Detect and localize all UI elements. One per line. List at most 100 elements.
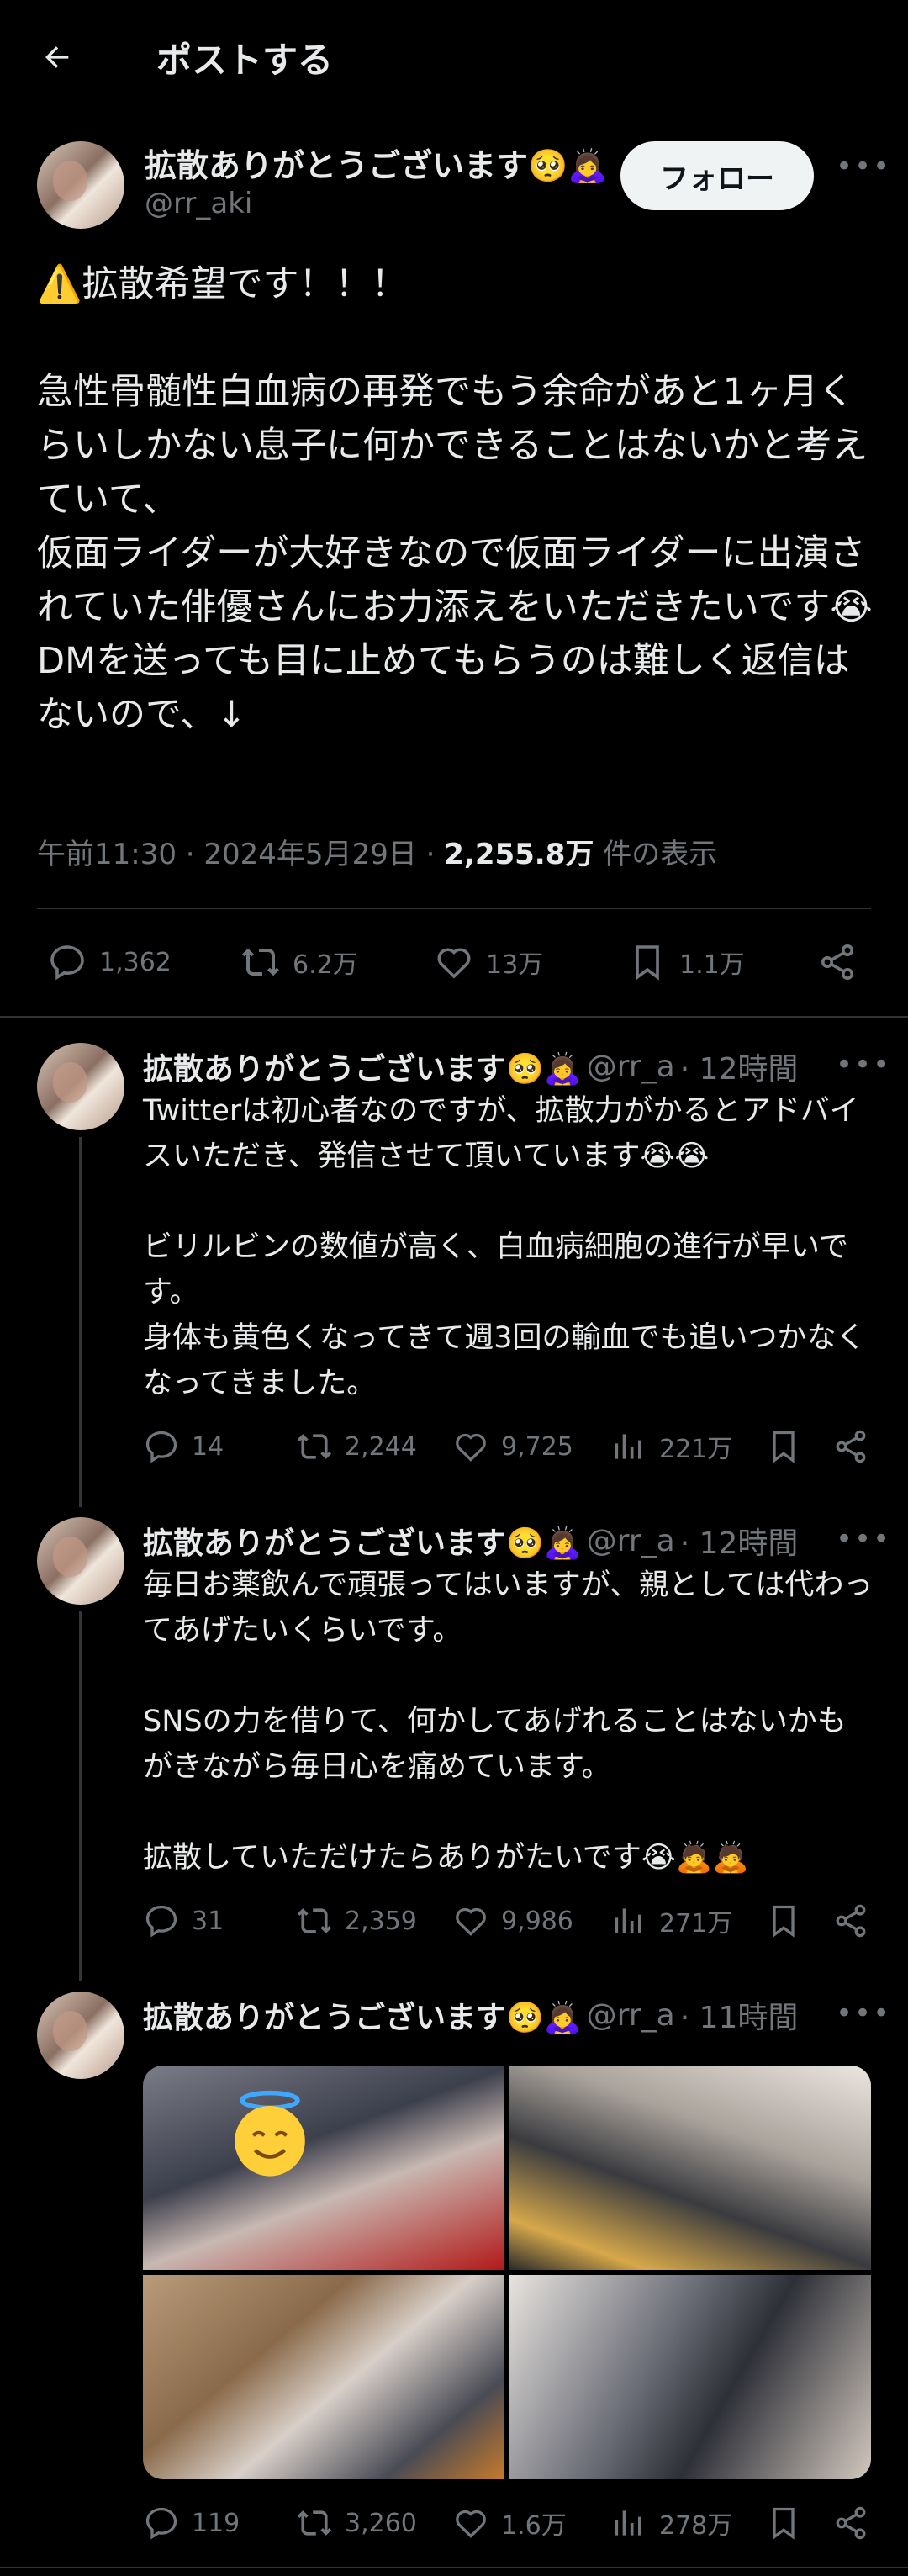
back-arrow-icon[interactable] bbox=[32, 34, 82, 81]
reply-button[interactable]: 31 bbox=[143, 1902, 224, 1939]
thread-line bbox=[79, 1611, 82, 1981]
bookmark-icon bbox=[773, 1431, 794, 1463]
share-button[interactable] bbox=[832, 1428, 881, 1465]
bookmark-icon bbox=[773, 1905, 794, 1938]
like-count: 1.6万 bbox=[501, 2511, 567, 2541]
views-button[interactable]: 278万 bbox=[610, 2505, 732, 2542]
post-meta: 午前11:30 · 2024年5月29日 · 2,255.8万 件の表示 bbox=[37, 831, 717, 872]
reply-author-handle[interactable]: @rr_a bbox=[587, 1998, 675, 2033]
reply-icon bbox=[145, 2507, 177, 2540]
views-button[interactable]: 271万 bbox=[610, 1902, 732, 1939]
more-icon[interactable]: ••• bbox=[836, 150, 891, 183]
avatar[interactable] bbox=[37, 1517, 124, 1605]
reply-text: Twitterは初心者なのですが、拡散力がかるとアドバイスいただき、発信させて頂… bbox=[143, 1094, 866, 1400]
like-button[interactable]: 9,986 bbox=[452, 1902, 573, 1939]
bookmark-icon bbox=[636, 945, 659, 981]
repost-button[interactable]: 2,244 bbox=[296, 1428, 417, 1465]
reply-author-name[interactable]: 拡散ありがとうございます🥺🙇‍♀️ bbox=[143, 1045, 582, 1088]
reply-time: · 12時間 bbox=[679, 1526, 799, 1561]
photo[interactable] bbox=[509, 2275, 871, 2479]
views-count: 278万 bbox=[659, 2511, 733, 2541]
views-count: 271万 bbox=[659, 1909, 733, 1939]
reply-header: 拡散ありがとうございます🥺🙇‍♀️ @rr_a · 12時間 bbox=[143, 1045, 798, 1088]
like-count: 13万 bbox=[486, 950, 544, 980]
more-icon[interactable]: ••• bbox=[836, 1048, 891, 1082]
photo[interactable] bbox=[143, 2275, 504, 2479]
repost-button[interactable]: 6.2万 bbox=[240, 942, 358, 982]
follow-button[interactable]: フォロー bbox=[620, 141, 814, 210]
view-count: 2,255.8万 bbox=[444, 838, 594, 871]
repost-count: 2,244 bbox=[345, 1431, 417, 1462]
repost-count: 2,359 bbox=[345, 1906, 417, 1936]
reply-count: 31 bbox=[192, 1906, 224, 1936]
share-button[interactable] bbox=[817, 942, 869, 982]
repost-icon bbox=[297, 2510, 332, 2536]
bookmark-count: 1.1万 bbox=[679, 950, 745, 980]
share-icon bbox=[836, 1430, 866, 1463]
reply-author-handle[interactable]: @rr_a bbox=[587, 1050, 675, 1084]
reply-header: 拡散ありがとうございます🥺🙇‍♀️ @rr_a · 11時間 bbox=[143, 1993, 798, 2037]
reply-button[interactable]: 119 bbox=[143, 2505, 240, 2542]
share-icon bbox=[821, 944, 853, 980]
reply-icon bbox=[145, 1905, 177, 1938]
like-button[interactable]: 1.6万 bbox=[452, 2505, 567, 2542]
reply-time: · 11時間 bbox=[679, 2001, 799, 2035]
avatar[interactable] bbox=[37, 1992, 124, 2079]
share-icon bbox=[836, 1904, 866, 1938]
reply-author-name[interactable]: 拡散ありがとうございます🥺🙇‍♀️ bbox=[143, 1519, 582, 1563]
divider bbox=[0, 1016, 908, 1018]
repost-icon bbox=[297, 1908, 332, 1933]
thread-line bbox=[79, 1137, 82, 1507]
bookmark-icon bbox=[773, 2507, 794, 2540]
bookmark-button[interactable]: 1.1万 bbox=[627, 942, 745, 982]
views-count: 221万 bbox=[659, 1435, 733, 1464]
bookmark-button[interactable] bbox=[765, 1902, 814, 1939]
like-button[interactable]: 9,725 bbox=[452, 1428, 573, 1465]
views-icon bbox=[615, 2510, 641, 2536]
reply-time: · 12時間 bbox=[679, 1052, 799, 1087]
more-icon[interactable]: ••• bbox=[836, 1997, 891, 2030]
repost-icon bbox=[297, 1434, 332, 1459]
views-icon bbox=[615, 1908, 641, 1933]
share-button[interactable] bbox=[832, 2505, 881, 2542]
like-icon bbox=[437, 948, 471, 979]
share-icon bbox=[836, 2506, 866, 2540]
photo-grid bbox=[143, 2066, 871, 2479]
avatar[interactable] bbox=[37, 141, 124, 229]
photo[interactable] bbox=[509, 2066, 871, 2270]
halo-emoji-sticker bbox=[235, 2090, 305, 2177]
views-icon bbox=[615, 1434, 641, 1459]
reply-author-name[interactable]: 拡散ありがとうございます🥺🙇‍♀️ bbox=[143, 1993, 582, 2037]
post-time: 午前11:30 · 2024年5月29日 · bbox=[37, 838, 445, 871]
reply-text: 毎日お薬飲んで頑張ってはいますが、親としては代わってあげたいくらいです。 SNS… bbox=[143, 1568, 874, 1875]
bookmark-button[interactable] bbox=[765, 2505, 814, 2542]
like-icon bbox=[456, 1907, 486, 1936]
photo[interactable] bbox=[143, 2066, 504, 2270]
repost-button[interactable]: 2,359 bbox=[296, 1902, 417, 1939]
like-count: 9,986 bbox=[501, 1906, 573, 1936]
reply-count: 14 bbox=[192, 1431, 224, 1462]
views-button[interactable]: 221万 bbox=[610, 1428, 732, 1465]
author-display-name[interactable]: 拡散ありがとうございます🥺🙇‍♀️ bbox=[145, 140, 608, 186]
divider bbox=[37, 908, 871, 909]
repost-count: 6.2万 bbox=[293, 950, 358, 980]
author-handle[interactable]: @rr_aki bbox=[145, 187, 252, 220]
reply-header: 拡散ありがとうございます🥺🙇‍♀️ @rr_a · 12時間 bbox=[143, 1519, 798, 1563]
divider bbox=[0, 2567, 908, 2568]
reply-button[interactable]: 14 bbox=[143, 1428, 224, 1465]
page-title: ポストする bbox=[156, 40, 334, 81]
like-icon bbox=[456, 2510, 486, 2538]
share-button[interactable] bbox=[832, 1902, 881, 1939]
bookmark-button[interactable] bbox=[765, 1428, 814, 1465]
reply-button[interactable]: 1,362 bbox=[47, 942, 172, 982]
like-count: 9,725 bbox=[501, 1431, 573, 1462]
repost-button[interactable]: 3,260 bbox=[296, 2505, 417, 2542]
reply-author-handle[interactable]: @rr_a bbox=[587, 1524, 675, 1558]
like-button[interactable]: 13万 bbox=[434, 942, 543, 982]
reply-icon bbox=[145, 1431, 177, 1463]
avatar[interactable] bbox=[37, 1043, 124, 1130]
top-bar: ポストする bbox=[0, 0, 908, 109]
more-icon[interactable]: ••• bbox=[836, 1522, 891, 1556]
reply-count: 1,362 bbox=[99, 947, 172, 977]
view-label: 件の表示 bbox=[594, 838, 718, 871]
